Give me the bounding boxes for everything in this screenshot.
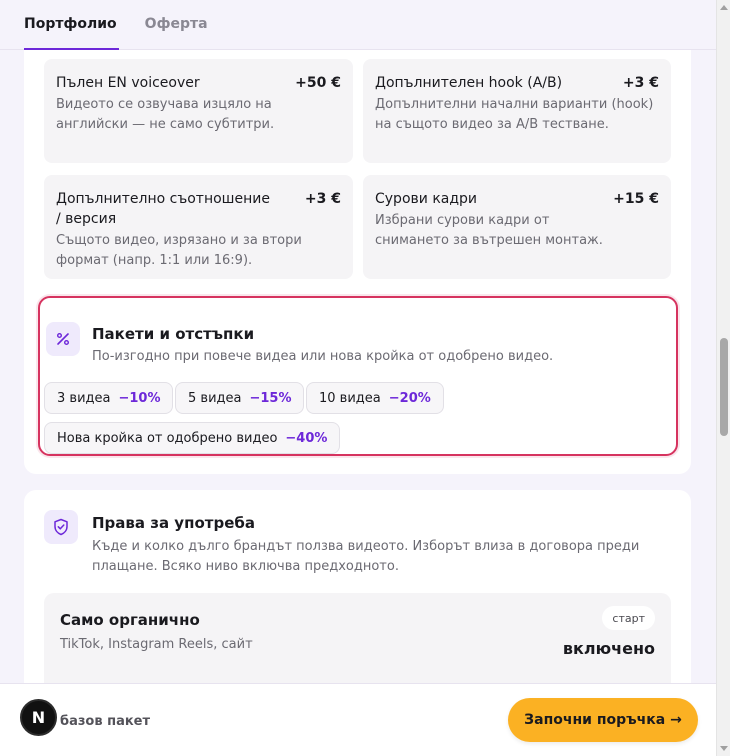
addon-option[interactable]: Допълнителен hook (A/B) +3 € Допълнителн… (363, 59, 671, 163)
scroll-up-arrow-icon[interactable] (720, 5, 728, 10)
rights-title: Права за употреба (92, 514, 255, 532)
main-content: Пълен EN voiceover +50 € Видеото се озву… (0, 50, 716, 683)
shield-check-icon (44, 510, 78, 544)
scrollbar-thumb[interactable] (720, 338, 728, 436)
packages-subtitle: По-изгодно при повече видеа или нова кро… (92, 349, 554, 364)
addons-card: Пълен EN voiceover +50 € Видеото се озву… (24, 50, 691, 474)
addon-option[interactable]: Пълен EN voiceover +50 € Видеото се озву… (44, 59, 353, 163)
addon-price: +3 € (304, 191, 341, 207)
addon-name: Пълен EN voiceover (56, 75, 200, 91)
page-scrollbar[interactable] (716, 0, 730, 756)
addon-description: Видеото се озвучава изцяло на английски … (56, 97, 275, 132)
chip-discount: −15% (249, 390, 292, 406)
tab-portfolio[interactable]: Портфолио (24, 16, 119, 50)
addon-price: +50 € (295, 75, 341, 91)
chip-label: 3 видеа (57, 390, 111, 406)
addon-name: Сурови кадри (375, 191, 478, 207)
avatar[interactable]: N (20, 699, 57, 736)
base-package-label: базов пакет (60, 714, 151, 729)
addon-price: +3 € (622, 75, 659, 91)
tier-description: TikTok, Instagram Reels, сайт (60, 637, 253, 652)
scroll-down-arrow-icon[interactable] (720, 746, 728, 751)
chip-label: 10 видеа (319, 390, 381, 406)
rights-tier-organic[interactable]: Само органично TikTok, Instagram Reels, … (44, 593, 671, 683)
addon-description: Избрани сурови кадри от снимането за вът… (375, 213, 603, 248)
packages-title: Пакети и отстъпки (92, 325, 255, 343)
addon-name: Допълнително съотношение / версия (56, 191, 270, 227)
chip-discount: −10% (118, 390, 161, 406)
percent-icon (46, 322, 80, 356)
bottom-bar: N базов пакет Започни поръчка → (0, 683, 716, 756)
package-chip-10-videos[interactable]: 10 видеа −20% (306, 382, 444, 414)
chip-label: Нова кройка от одобрено видео (57, 430, 278, 446)
packages-discounts-section: Пакети и отстъпки По-изгодно при повече … (38, 296, 678, 456)
usage-rights-card: Права за употреба Къде и колко дълго бра… (24, 490, 691, 683)
addon-option[interactable]: Сурови кадри +15 € Избрани сурови кадри … (363, 175, 671, 279)
package-chip-3-videos[interactable]: 3 видеа −10% (44, 382, 174, 414)
tier-status: включено (562, 639, 655, 658)
addon-description: Същото видео, изрязано и за втори формат… (56, 233, 302, 268)
addon-option[interactable]: Допълнително съотношение / версия +3 € С… (44, 175, 353, 279)
tier-badge: старт (602, 606, 655, 630)
package-chip-new-cut[interactable]: Нова кройка от одобрено видео −40% (44, 422, 341, 454)
addon-description: Допълнителни начални варианти (hook) на … (375, 97, 654, 132)
chip-discount: −40% (285, 430, 328, 446)
start-order-button[interactable]: Започни поръчка → (508, 698, 698, 742)
chip-label: 5 видеа (188, 390, 242, 406)
rights-subtitle: Къде и колко дълго брандът ползва видеот… (92, 539, 640, 574)
addon-price: +15 € (613, 191, 659, 207)
top-tabs: Портфолио Оферта (0, 0, 716, 50)
chip-discount: −20% (388, 390, 431, 406)
package-chip-5-videos[interactable]: 5 видеа −15% (175, 382, 305, 414)
addon-name: Допълнителен hook (A/B) (375, 75, 563, 91)
tab-offer[interactable]: Оферта (145, 16, 208, 49)
tier-name: Само органично (60, 611, 200, 629)
